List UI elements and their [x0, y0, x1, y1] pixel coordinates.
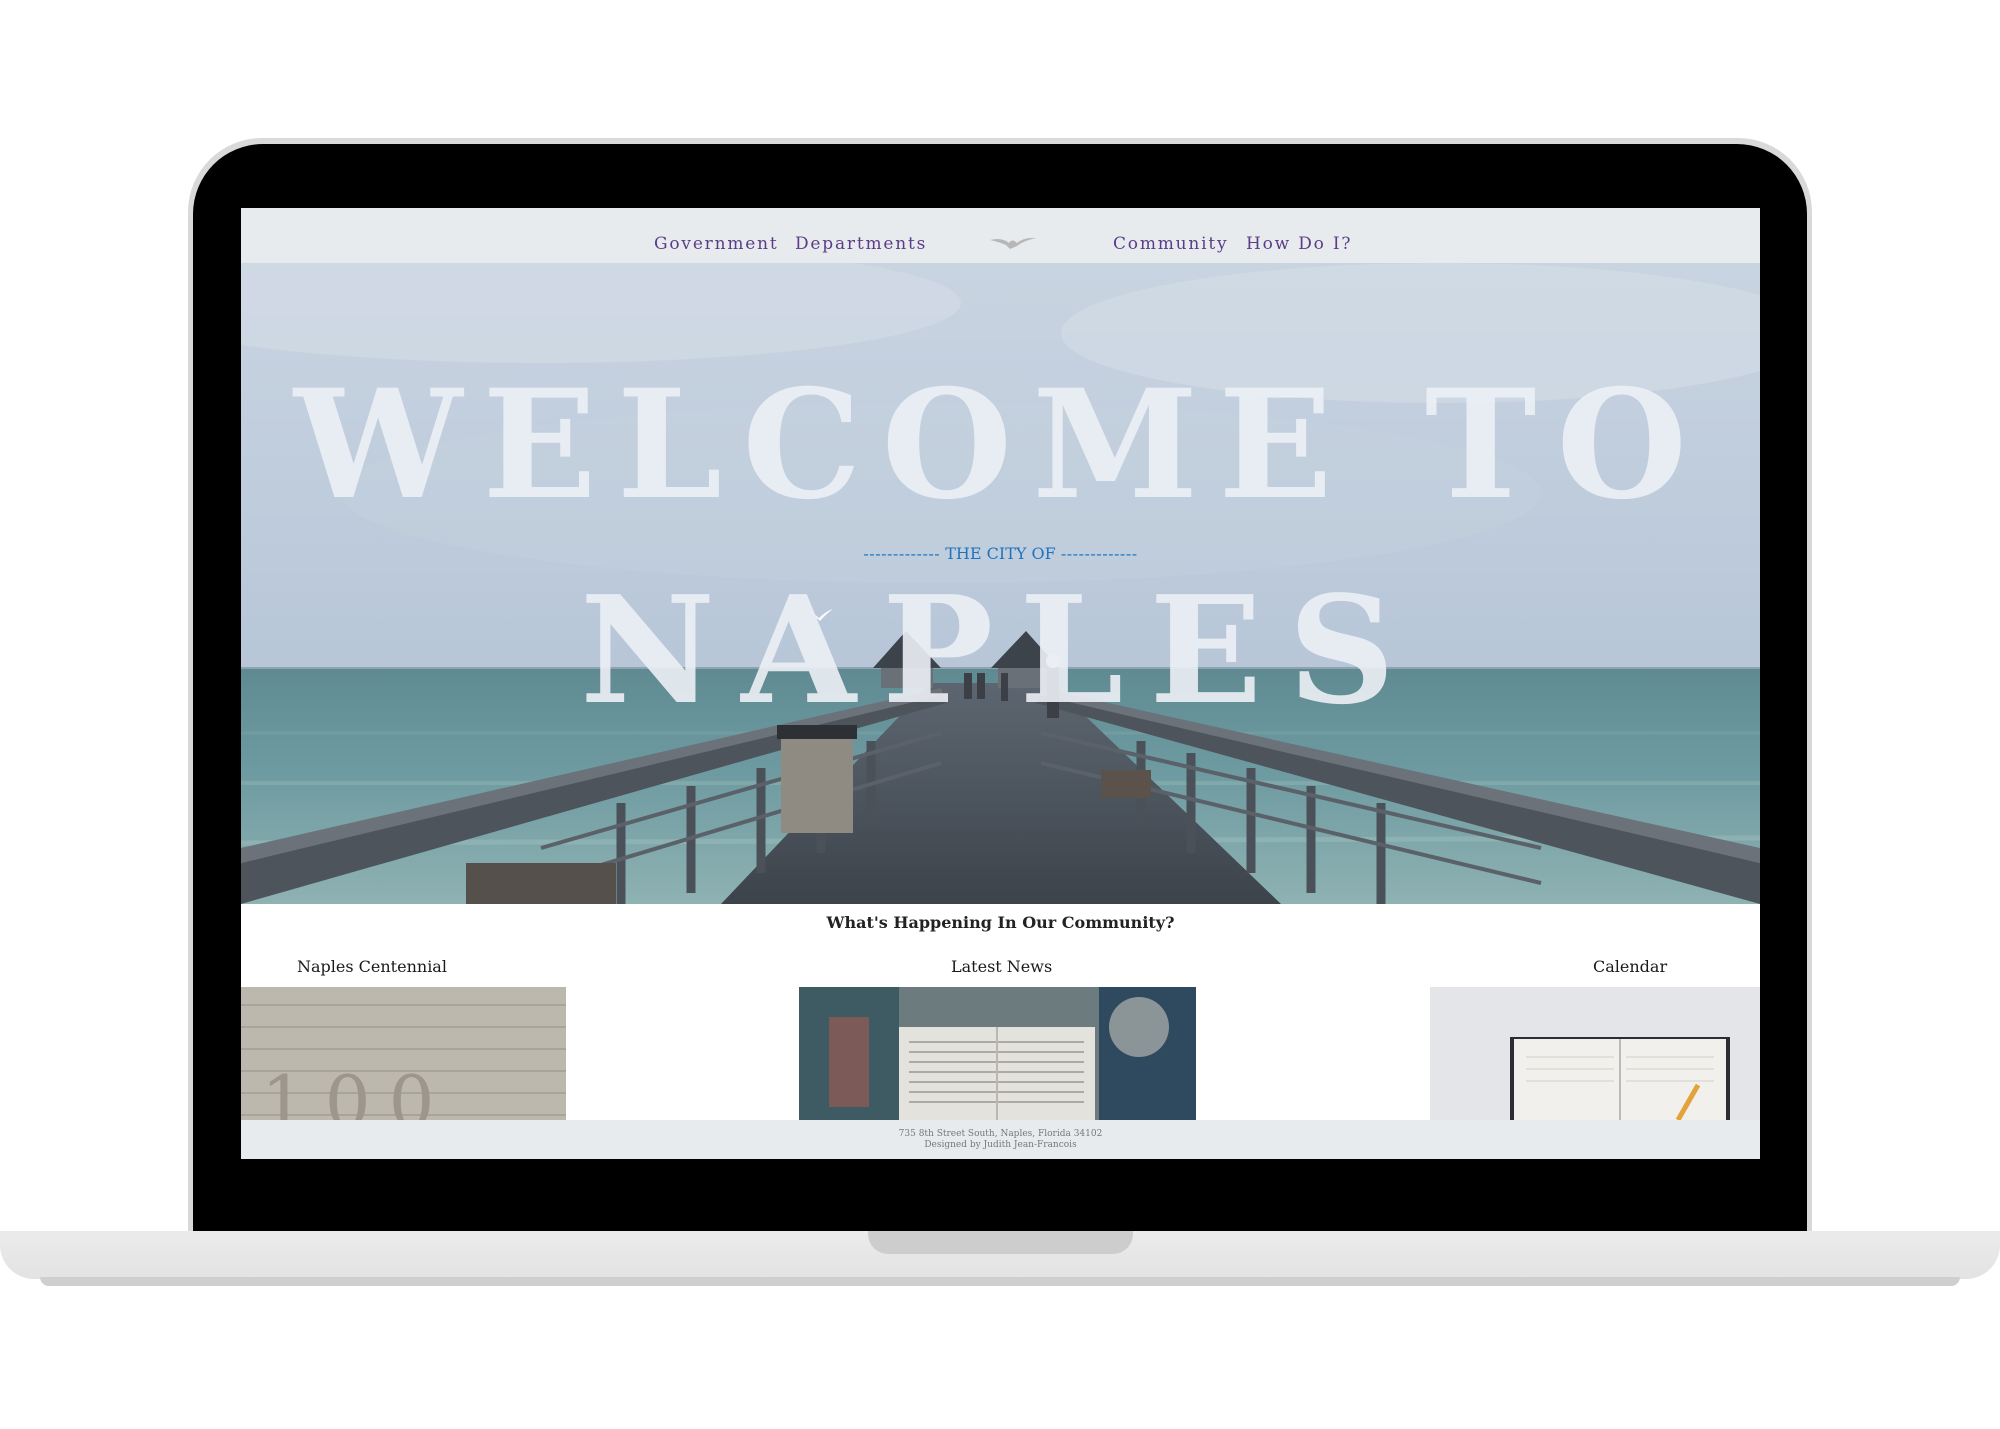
subtitle-dashes-right: -------------	[1060, 544, 1138, 563]
footer-credit: Designed by Judith Jean-Francois	[924, 1140, 1077, 1150]
community-heading: What's Happening In Our Community?	[826, 913, 1175, 932]
nav-how-do-i[interactable]: How Do I?	[1246, 234, 1352, 254]
card-title-latest-news[interactable]: Latest News	[951, 957, 1052, 976]
subtitle-text: THE CITY OF	[945, 544, 1056, 563]
nav-departments[interactable]: Departments	[795, 234, 927, 254]
footer-address: 735 8th Street South, Naples, Florida 34…	[898, 1129, 1103, 1139]
centennial-wall-photo[interactable]: 100	[241, 987, 566, 1120]
card-title-calendar[interactable]: Calendar	[1593, 957, 1667, 976]
svg-text:100: 100	[261, 1060, 452, 1120]
card-title-centennial[interactable]: Naples Centennial	[297, 957, 447, 976]
hero-subtitle: ------------- THE CITY OF -------------	[241, 544, 1760, 563]
hero-title-naples: NAPLES	[579, 563, 1422, 737]
laptop-base-shadow	[40, 1277, 1960, 1286]
site-footer: 735 8th Street South, Naples, Florida 34…	[241, 1120, 1760, 1159]
laptop-notch	[868, 1231, 1133, 1254]
subtitle-dashes-left: -------------	[863, 544, 941, 563]
nav-government[interactable]: Government	[654, 234, 779, 254]
top-nav: Government Departments Community How Do …	[241, 208, 1760, 263]
hero-banner: WELCOME TO ------------- THE CITY OF ---…	[241, 263, 1760, 904]
newspaper-photo[interactable]	[799, 987, 1196, 1120]
website-screen: Government Departments Community How Do …	[241, 208, 1760, 1159]
planner-photo[interactable]	[1430, 987, 1760, 1120]
hero-title-welcome: WELCOME TO	[293, 357, 1708, 533]
seagull-icon[interactable]	[990, 234, 1036, 252]
nav-community[interactable]: Community	[1113, 234, 1228, 254]
